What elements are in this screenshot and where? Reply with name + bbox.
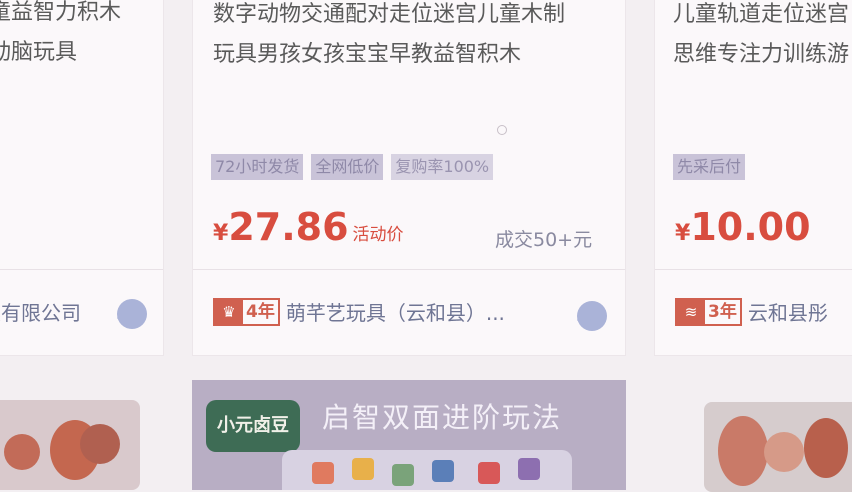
flow-icon: ≋ bbox=[677, 299, 705, 324]
toy-piece bbox=[432, 460, 454, 482]
toy-shape bbox=[4, 434, 40, 470]
chat-icon[interactable] bbox=[577, 301, 607, 331]
toy-shape bbox=[80, 424, 120, 464]
product-title[interactable]: 数字动物交通配对走位迷宫儿童木制 玩具男孩女孩宝宝早教益智积木 bbox=[213, 0, 565, 75]
deal-count: 成交50+元 bbox=[495, 229, 593, 251]
shop-name[interactable]: 萌芊艺玩具（云和县）... bbox=[286, 297, 505, 326]
shop-name[interactable]: 具有限公司 bbox=[0, 297, 81, 326]
chat-icon[interactable] bbox=[117, 299, 147, 329]
shop-row[interactable]: ♛ 4年 萌芊艺玩具（云和县）... bbox=[213, 297, 505, 326]
price-note: 活动价 bbox=[352, 225, 404, 245]
brand-logo: 小元卤豆 bbox=[206, 400, 300, 452]
toy-piece bbox=[392, 464, 414, 486]
shop-years-badge: ≋ 3年 bbox=[675, 297, 742, 326]
product-title[interactable]: 儿童轨道走位迷宫 思维专注力训练游 bbox=[673, 0, 849, 75]
toy-shape bbox=[764, 432, 804, 472]
indicator-dot-icon bbox=[497, 125, 507, 135]
tag-list: 先采后付 bbox=[673, 154, 746, 180]
product-card-left[interactable]: 童益智力积木 动脑玩具 具有限公司 bbox=[0, 0, 164, 356]
toy-piece bbox=[518, 458, 540, 480]
price: ¥27.86 活动价 bbox=[213, 205, 404, 249]
tag-shipping: 72小时发货 bbox=[211, 154, 304, 180]
toy-shape bbox=[718, 416, 768, 486]
product-card-right[interactable]: 儿童轨道走位迷宫 思维专注力训练游 先采后付 ¥10.00 ≋ 3年 云和县彤 bbox=[654, 0, 852, 356]
card-divider bbox=[193, 269, 625, 270]
toy-piece bbox=[312, 462, 334, 484]
tag-low-price: 全网低价 bbox=[311, 154, 384, 180]
price: ¥10.00 bbox=[675, 205, 811, 249]
product-image-right[interactable] bbox=[704, 402, 852, 492]
card-divider bbox=[0, 269, 163, 270]
toy-piece bbox=[478, 462, 500, 484]
banner-slogan: 启智双面进阶玩法 bbox=[322, 401, 563, 434]
shop-years-badge: ♛ 4年 bbox=[213, 297, 280, 326]
toy-piece bbox=[352, 458, 374, 480]
crown-icon: ♛ bbox=[215, 299, 243, 324]
shop-name[interactable]: 云和县彤 bbox=[748, 297, 828, 326]
tag-repurchase: 复购率100% bbox=[391, 154, 494, 180]
tag-list: 72小时发货 全网低价 复购率100% bbox=[211, 154, 494, 180]
product-title[interactable]: 童益智力积木 动脑玩具 bbox=[0, 0, 121, 73]
shop-row[interactable]: ≋ 3年 云和县彤 bbox=[675, 297, 828, 326]
toy-shape bbox=[804, 418, 848, 478]
toy-board-image bbox=[282, 450, 572, 490]
tag-pay-later: 先采后付 bbox=[673, 154, 746, 180]
card-divider bbox=[655, 269, 852, 270]
product-image-left[interactable] bbox=[0, 400, 140, 490]
product-card-middle[interactable]: 数字动物交通配对走位迷宫儿童木制 玩具男孩女孩宝宝早教益智积木 72小时发货 全… bbox=[192, 0, 626, 356]
product-image-banner[interactable]: 小元卤豆 启智双面进阶玩法 bbox=[192, 380, 626, 490]
